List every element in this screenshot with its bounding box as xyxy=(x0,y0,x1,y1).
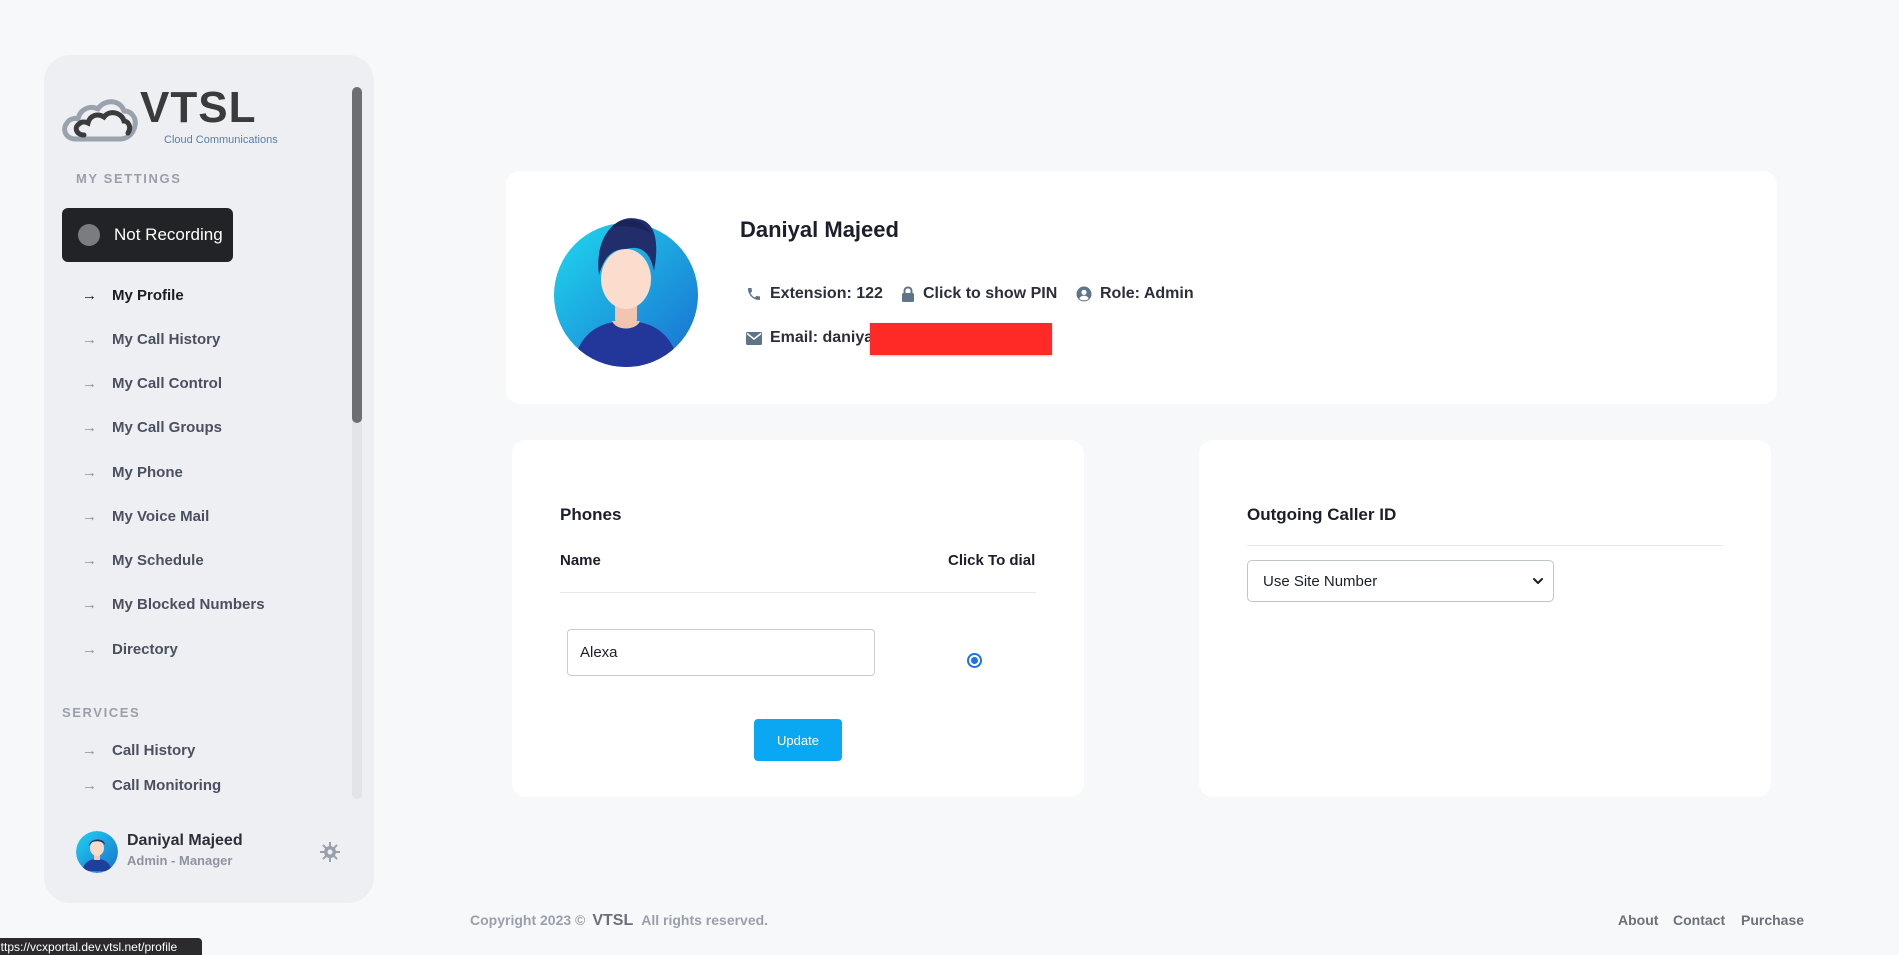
profile-avatar-icon xyxy=(554,218,698,367)
radio-selected-dot xyxy=(971,657,978,664)
arrow-right-icon: → xyxy=(82,551,97,569)
sidebar-item-label: My Call Control xyxy=(112,374,223,392)
sidebar-item-my-call-groups[interactable]: → My Call Groups xyxy=(44,409,344,445)
sidebar-item-my-blocked-numbers[interactable]: → My Blocked Numbers xyxy=(44,586,344,622)
section-label-my-settings: MY SETTINGS xyxy=(76,171,182,186)
sidebar-item-label: My Profile xyxy=(112,286,184,304)
show-pin-button[interactable]: Click to show PIN xyxy=(901,283,1057,305)
recording-label: Not Recording xyxy=(114,225,223,244)
email-info: Email: daniyal xyxy=(746,326,878,350)
sidebar-item-my-call-control[interactable]: → My Call Control xyxy=(44,365,344,401)
sidebar-item-label: My Blocked Numbers xyxy=(112,595,265,613)
sidebar-item-directory[interactable]: → Directory xyxy=(44,631,344,667)
sidebar-item-call-history[interactable]: → Call History xyxy=(44,732,344,768)
arrow-right-icon: → xyxy=(82,777,97,794)
sidebar-item-label: My Voice Mail xyxy=(112,507,210,525)
caller-id-selected-value: Use Site Number xyxy=(1263,572,1378,590)
logo-tagline: Cloud Communications xyxy=(164,134,278,146)
sidebar-item-call-monitoring[interactable]: → Call Monitoring xyxy=(44,771,344,795)
sidebar-item-label: My Phone xyxy=(112,463,183,481)
phones-title: Phones xyxy=(560,505,622,524)
column-header-name: Name xyxy=(560,552,601,569)
arrow-right-icon: → xyxy=(82,463,97,481)
extension-info: Extension: 122 xyxy=(746,283,883,305)
email-text: Email: daniyal xyxy=(770,329,878,346)
copyright-text: Copyright 2023 © xyxy=(470,912,586,928)
phones-card: Phones Name Click To dial Update xyxy=(512,440,1084,797)
redaction-overlay xyxy=(870,323,1052,355)
lock-icon xyxy=(902,286,914,302)
divider xyxy=(560,592,1036,593)
sidebar-item-label: Call History xyxy=(112,741,196,759)
sidebar-item-my-voice-mail[interactable]: → My Voice Mail xyxy=(44,498,344,534)
recording-toggle-button[interactable]: Not Recording xyxy=(62,208,233,262)
click-to-dial-radio[interactable] xyxy=(967,653,982,668)
user-name: Daniyal Majeed xyxy=(127,832,243,849)
sidebar: VTSL Cloud Communications MY SETTINGS No… xyxy=(44,55,374,903)
phone-name-input[interactable] xyxy=(567,629,875,676)
sidebar-item-label: My Call History xyxy=(112,330,221,348)
footer-link-purchase[interactable]: Purchase xyxy=(1741,912,1804,928)
chevron-down-icon xyxy=(1533,578,1543,584)
role-text: Role: Admin xyxy=(1100,285,1194,302)
footer-brand: VTSL xyxy=(592,912,634,929)
arrow-right-icon: → xyxy=(82,374,97,392)
sidebar-item-label: My Call Groups xyxy=(112,418,223,436)
user-card[interactable]: Daniyal Majeed Admin - Manager xyxy=(76,828,356,878)
show-pin-label: Click to show PIN xyxy=(923,285,1058,302)
section-label-services: SERVICES xyxy=(62,705,141,720)
user-circle-icon xyxy=(1076,286,1092,302)
recording-status-icon xyxy=(78,224,100,246)
sidebar-scrollbar-thumb[interactable] xyxy=(352,87,362,423)
column-header-click-to-dial: Click To dial xyxy=(948,552,1036,569)
gear-icon[interactable] xyxy=(318,840,342,864)
divider xyxy=(1247,545,1723,546)
footer-link-about[interactable]: About xyxy=(1618,912,1658,928)
sidebar-item-label: Call Monitoring xyxy=(112,777,222,794)
avatar xyxy=(76,831,118,873)
browser-status-url: https://vcxportal.dev.vtsl.net/profile xyxy=(0,938,202,955)
extension-text: Extension: 122 xyxy=(770,285,883,302)
outgoing-caller-id-card: Outgoing Caller ID Use Site Number xyxy=(1199,440,1771,797)
cloud-logo-icon xyxy=(62,99,138,142)
sidebar-item-my-profile[interactable]: → My Profile xyxy=(44,277,344,313)
arrow-right-icon: → xyxy=(82,507,97,525)
sidebar-item-my-call-history[interactable]: → My Call History xyxy=(44,321,344,357)
arrow-right-icon: → xyxy=(82,741,97,759)
arrow-right-icon: → xyxy=(82,640,97,658)
sidebar-item-label: My Schedule xyxy=(112,551,204,569)
avatar xyxy=(554,213,698,367)
status-url-text: https://vcxportal.dev.vtsl.net/profile xyxy=(0,940,178,954)
sidebar-item-my-schedule[interactable]: → My Schedule xyxy=(44,542,344,578)
footer-copyright: Copyright 2023 © VTSL All rights reserve… xyxy=(470,912,768,930)
arrow-right-icon: → xyxy=(82,595,97,613)
arrow-right-icon: → xyxy=(82,330,97,348)
update-button[interactable]: Update xyxy=(754,719,842,761)
logo-brand: VTSL xyxy=(140,83,257,132)
rights-text: All rights reserved. xyxy=(641,912,769,928)
arrow-right-icon: → xyxy=(82,418,97,436)
phone-icon xyxy=(748,288,760,300)
profile-name: Daniyal Majeed xyxy=(740,217,899,242)
envelope-icon xyxy=(746,331,762,345)
sidebar-item-label: Directory xyxy=(112,640,178,658)
user-role: Admin - Manager xyxy=(127,853,233,868)
vtsl-logo[interactable]: VTSL Cloud Communications xyxy=(62,83,282,146)
caller-id-select[interactable]: Use Site Number xyxy=(1247,560,1554,602)
footer-link-contact[interactable]: Contact xyxy=(1673,912,1725,928)
caller-id-title: Outgoing Caller ID xyxy=(1247,505,1397,524)
profile-card: Daniyal Majeed Extension: 122 Click to s… xyxy=(506,171,1777,404)
role-info: Role: Admin xyxy=(1076,283,1194,305)
arrow-right-icon: → xyxy=(82,286,97,304)
user-avatar-icon xyxy=(76,831,118,873)
sidebar-item-my-phone[interactable]: → My Phone xyxy=(44,454,344,490)
